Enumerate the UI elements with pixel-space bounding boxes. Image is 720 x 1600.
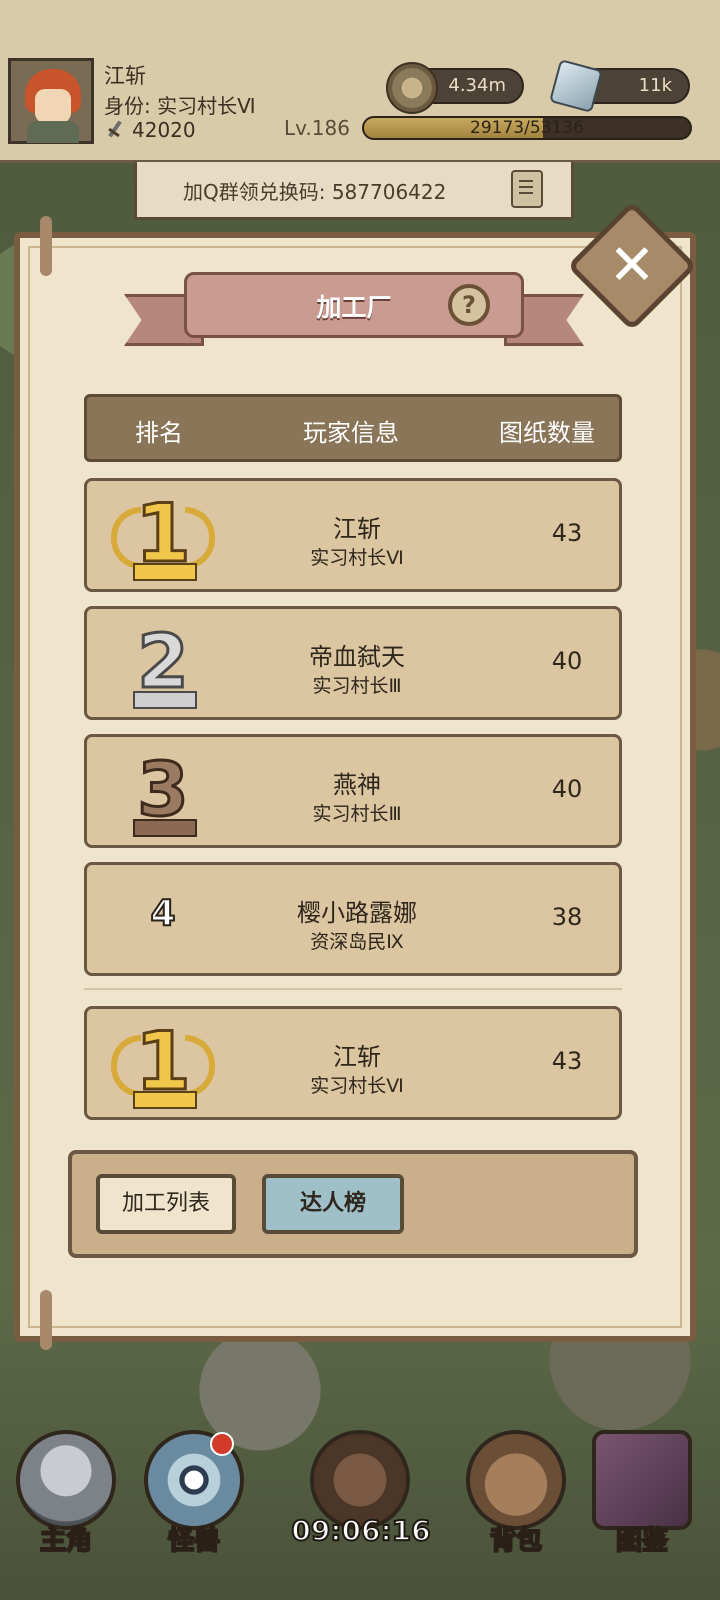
header-player-info: 玩家信息: [303, 419, 399, 447]
tab-craft-list[interactable]: 加工列表: [96, 1174, 236, 1234]
avatar-body: [27, 121, 79, 143]
bottom-nav: 主角 怪兽 背包 图鉴: [0, 1400, 720, 1600]
xp-bar: 29173/53136: [362, 116, 692, 140]
copy-icon[interactable]: [511, 170, 543, 208]
row-blueprint-count: 43: [551, 1047, 583, 1075]
helmet-icon: [16, 1430, 116, 1530]
gem-icon: [549, 59, 603, 113]
row-player-name: 江斩: [333, 515, 381, 543]
nav-hero-label: 主角: [39, 1525, 93, 1557]
close-icon: ✕: [608, 233, 656, 298]
table-row[interactable]: 4 樱小路露娜 资深岛民Ⅸ 38: [84, 862, 622, 976]
rank-number: 4: [149, 892, 176, 935]
rank-cell: 4: [111, 875, 215, 965]
table-row[interactable]: 1 江斩 实习村长Ⅵ 43: [84, 478, 622, 592]
header-rank: 排名: [135, 419, 183, 447]
avatar[interactable]: [8, 58, 94, 144]
row-player-title: 资深岛民Ⅸ: [310, 931, 404, 953]
row-player-name: 帝血弑天: [309, 643, 405, 671]
row-blueprint-count: 43: [551, 519, 583, 547]
row-player-title: 实习村长Ⅵ: [310, 547, 404, 569]
alert-badge-icon: [210, 1432, 234, 1456]
scroll-rod-top: [40, 216, 52, 276]
nav-bag-label: 背包: [489, 1525, 543, 1557]
bronze-trophy-icon: 3: [111, 747, 215, 837]
codex-book-icon: [592, 1430, 692, 1530]
sword-icon: [104, 119, 126, 141]
player-name: 江斩: [104, 64, 146, 88]
row-player-title: 实习村长Ⅲ: [312, 675, 402, 697]
gem-value: 11k: [638, 75, 672, 96]
coin-icon: [386, 62, 438, 114]
scroll-rod-bottom: [40, 1290, 52, 1350]
my-rank-row[interactable]: 1 江斩 实习村长Ⅵ 43: [84, 1006, 622, 1120]
xp-text: 29173/53136: [470, 118, 584, 138]
coin-value: 4.34m: [448, 75, 506, 96]
nav-hero[interactable]: 主角: [6, 1420, 126, 1590]
table-header: 排名 玩家信息 图纸数量: [84, 394, 622, 462]
row-player-name: 樱小路露娜: [297, 899, 417, 927]
nav-monster[interactable]: 怪兽: [134, 1420, 254, 1590]
row-player-title: 实习村长Ⅲ: [312, 803, 402, 825]
avatar-face: [35, 89, 71, 123]
nav-monster-label: 怪兽: [167, 1525, 221, 1557]
player-title: 身份: 实习村长Ⅵ: [104, 94, 256, 118]
rank-number: 2: [136, 619, 191, 705]
silver-trophy-icon: 2: [111, 619, 215, 709]
rank-number: 1: [134, 487, 193, 580]
player-level: Lv.186: [284, 116, 350, 140]
power-value: 42020: [132, 118, 196, 142]
panel-title: 加工厂: [316, 293, 392, 322]
redeem-code-bar: 加Q群领兑换码: 587706422: [134, 162, 574, 220]
rank-number: 3: [136, 747, 191, 833]
tab-bar: 加工列表 达人榜: [68, 1150, 638, 1258]
nav-codex[interactable]: 图鉴: [582, 1420, 702, 1590]
table-row[interactable]: 2 帝血弑天 实习村长Ⅲ 40: [84, 606, 622, 720]
gold-trophy-icon: 1: [111, 1019, 215, 1109]
title-ribbon: 加工厂 ?: [124, 272, 584, 356]
row-player-name: 燕神: [333, 771, 381, 799]
list-divider: [84, 988, 622, 990]
gold-trophy-icon: 1: [111, 491, 215, 581]
row-blueprint-count: 40: [551, 775, 583, 803]
nav-codex-label: 图鉴: [615, 1525, 669, 1557]
table-row[interactable]: 3 燕神 实习村长Ⅲ 40: [84, 734, 622, 848]
row-blueprint-count: 38: [551, 903, 583, 931]
rank-number: 1: [134, 1015, 193, 1108]
nav-center[interactable]: [300, 1420, 420, 1590]
player-power: 42020: [104, 118, 196, 142]
tab-leaderboard[interactable]: 达人榜: [262, 1174, 404, 1234]
backpack-icon: [466, 1430, 566, 1530]
help-icon[interactable]: ?: [448, 284, 490, 326]
row-player-title: 实习村长Ⅵ: [310, 1075, 404, 1097]
coin-counter[interactable]: 4.34m: [386, 62, 524, 114]
row-player-name: 江斩: [333, 1043, 381, 1071]
row-blueprint-count: 40: [551, 647, 583, 675]
top-header: 江斩 身份: 实习村长Ⅵ 42020 Lv.186 29173/53136 4.…: [0, 0, 720, 163]
nav-bag[interactable]: 背包: [456, 1420, 576, 1590]
gem-counter[interactable]: 11k: [549, 59, 690, 113]
header-blueprint-count: 图纸数量: [499, 419, 595, 447]
redeem-code-text: 加Q群领兑换码: 587706422: [183, 180, 447, 204]
clock: 09:06:16: [290, 1513, 431, 1548]
